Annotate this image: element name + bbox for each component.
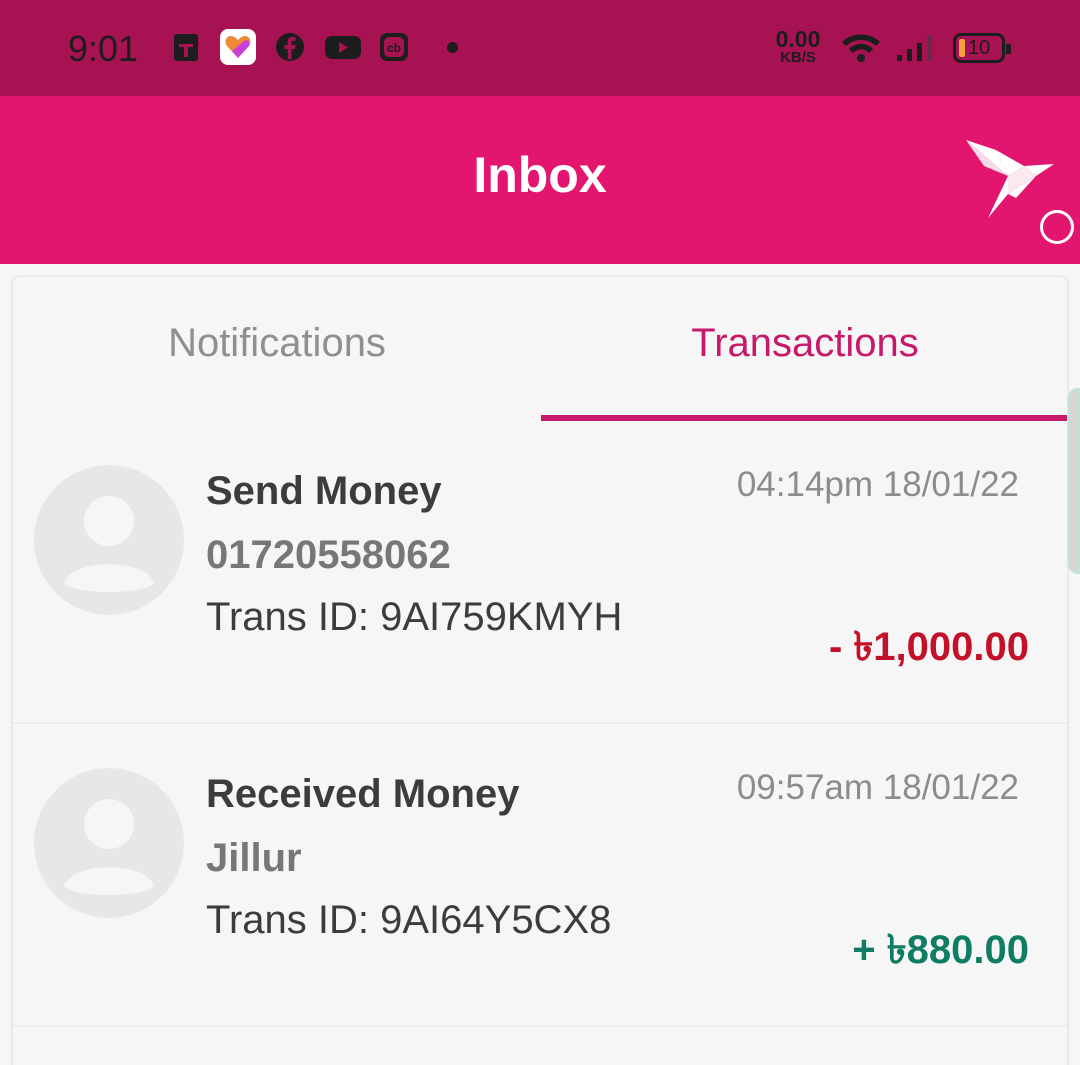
network-speed-value: 0.00 — [775, 26, 821, 52]
transaction-id: Trans ID: 9AI759KMYH — [206, 595, 623, 639]
person-icon — [64, 496, 154, 592]
tab-bar: Notifications Transactions — [13, 277, 1067, 421]
battery-level: 10 — [968, 37, 991, 59]
network-speed-unit: KB/S — [780, 49, 816, 66]
transaction-time: 09:57am 18/01/22 — [736, 768, 1019, 807]
facebook-icon — [274, 31, 306, 63]
transaction-amount: - ৳1,000.00 — [828, 625, 1029, 669]
transaction-type: Received Money — [206, 772, 520, 816]
status-bar: 9:01 cb 0.00 KB/S 10 — [0, 0, 1080, 96]
wifi-icon — [840, 31, 882, 63]
tab-transactions[interactable]: Transactions — [541, 321, 1067, 366]
svg-text:cb: cb — [387, 41, 401, 55]
transaction-party: Jillur — [206, 836, 302, 880]
status-time: 9:01 — [68, 28, 139, 69]
transaction-time: 04:14pm 18/01/22 — [736, 465, 1019, 504]
circle-icon — [1040, 210, 1074, 244]
transaction-id: Trans ID: 9AI64Y5CX8 — [206, 898, 612, 942]
notification-dot-icon — [447, 42, 458, 53]
network-speed: 0.00 KB/S — [770, 28, 826, 66]
signal-icon — [895, 31, 937, 63]
bkash-bird-logo-icon — [962, 132, 1058, 222]
transaction-row[interactable]: Received Money Jillur Trans ID: 9AI64Y5C… — [13, 724, 1067, 1027]
likee-app-icon — [220, 29, 256, 65]
person-icon — [64, 799, 154, 895]
cb-app-icon: cb — [378, 31, 410, 63]
avatar — [34, 768, 184, 918]
scroll-handle[interactable] — [1068, 388, 1080, 574]
avatar — [34, 465, 184, 615]
battery-icon: 10 — [953, 33, 1011, 63]
transaction-party: 01720558062 — [206, 533, 451, 577]
app-header: Inbox — [0, 96, 1080, 264]
youtube-icon — [324, 31, 362, 63]
transaction-amount: + ৳880.00 — [852, 928, 1029, 972]
tab-notifications[interactable]: Notifications — [13, 321, 541, 366]
transaction-type: Send Money — [206, 469, 442, 513]
sim-card-icon — [170, 31, 202, 63]
transaction-row[interactable]: Send Money 01720558062 Trans ID: 9AI759K… — [13, 421, 1067, 724]
page-title: Inbox — [473, 147, 607, 203]
inbox-card: Notifications Transactions Send Money 01… — [12, 276, 1068, 1065]
transaction-list: Send Money 01720558062 Trans ID: 9AI759K… — [13, 421, 1067, 1027]
